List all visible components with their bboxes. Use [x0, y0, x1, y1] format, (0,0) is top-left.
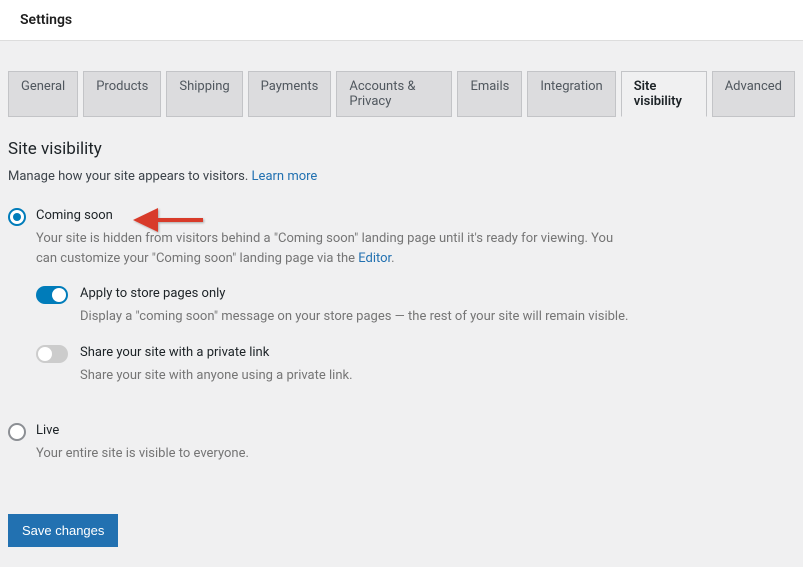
private-link-label: Share your site with a private link	[80, 345, 795, 360]
toggle-store-pages[interactable]	[36, 286, 68, 304]
tab-accounts-privacy[interactable]: Accounts & Privacy	[336, 71, 452, 117]
tab-payments[interactable]: Payments	[248, 71, 332, 117]
private-link-desc: Share your site with anyone using a priv…	[80, 366, 660, 386]
visibility-option-live: Live Your entire site is visible to ever…	[8, 423, 795, 464]
coming-soon-desc-a: Your site is hidden from visitors behind…	[36, 231, 613, 266]
toggle-private-link[interactable]	[36, 345, 68, 363]
toggle-knob-icon	[52, 288, 66, 302]
learn-more-link[interactable]: Learn more	[252, 169, 318, 184]
coming-soon-suboptions: Apply to store pages only Display a "com…	[36, 286, 795, 385]
tab-integration[interactable]: Integration	[527, 71, 615, 117]
live-desc: Your entire site is visible to everyone.	[36, 444, 616, 464]
tab-shipping[interactable]: Shipping	[166, 71, 242, 117]
page-title: Settings	[20, 12, 783, 28]
coming-soon-desc: Your site is hidden from visitors behind…	[36, 229, 616, 268]
settings-content: General Products Shipping Payments Accou…	[0, 71, 803, 567]
live-label: Live	[36, 423, 795, 438]
tab-emails[interactable]: Emails	[457, 71, 522, 117]
tab-site-visibility[interactable]: Site visibility	[621, 71, 707, 117]
radio-dot-icon	[13, 213, 21, 221]
tab-products[interactable]: Products	[83, 71, 161, 117]
section-desc-text: Manage how your site appears to visitors…	[8, 169, 252, 184]
coming-soon-desc-b: .	[391, 251, 394, 266]
tab-general[interactable]: General	[8, 71, 78, 117]
save-changes-button[interactable]: Save changes	[8, 514, 118, 547]
tab-advanced[interactable]: Advanced	[712, 71, 795, 117]
store-pages-label: Apply to store pages only	[80, 286, 795, 301]
settings-tabs: General Products Shipping Payments Accou…	[8, 71, 795, 117]
toggle-knob-icon	[38, 347, 52, 361]
radio-coming-soon[interactable]	[8, 208, 26, 226]
editor-link[interactable]: Editor	[358, 251, 391, 266]
section-description: Manage how your site appears to visitors…	[8, 169, 795, 184]
page-header: Settings	[0, 0, 803, 41]
suboption-private-link: Share your site with a private link Shar…	[36, 345, 795, 386]
radio-live[interactable]	[8, 423, 26, 441]
section-title: Site visibility	[8, 139, 795, 159]
visibility-option-coming-soon: Coming soon Your site is hidden from vis…	[8, 208, 795, 403]
coming-soon-label: Coming soon	[36, 208, 795, 223]
store-pages-desc: Display a "coming soon" message on your …	[80, 307, 660, 327]
suboption-store-pages: Apply to store pages only Display a "com…	[36, 286, 795, 327]
